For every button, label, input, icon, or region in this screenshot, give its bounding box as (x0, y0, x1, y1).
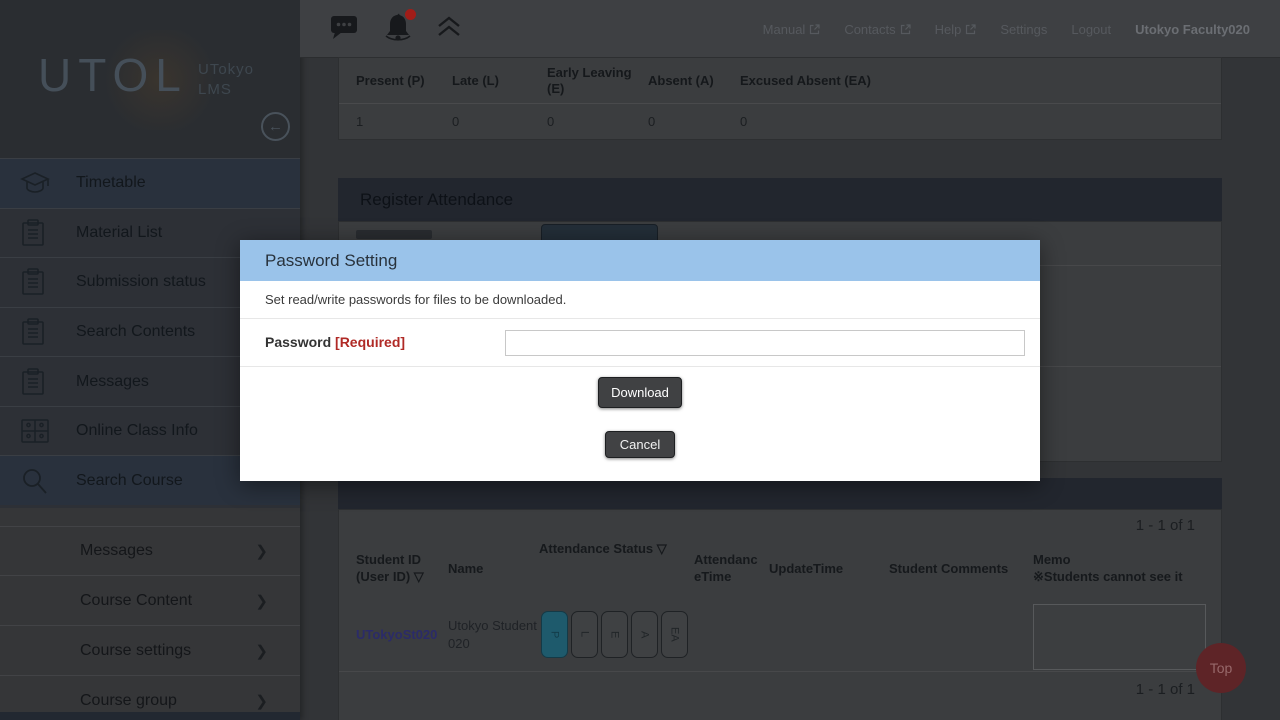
required-badge: [Required] (335, 334, 405, 350)
password-input[interactable] (505, 330, 1025, 356)
page: UTOL UTokyo LMS ← Timetable (0, 0, 1280, 720)
dialog-actions: Download Cancel (240, 367, 1040, 481)
password-form-row: Password [Required] (240, 319, 1040, 367)
dialog-header: Password Setting (240, 240, 1040, 281)
password-label: Password [Required] (265, 334, 405, 350)
dialog-title: Password Setting (265, 251, 397, 271)
dialog-description: Set read/write passwords for files to be… (240, 281, 1040, 319)
download-button[interactable]: Download (598, 377, 682, 408)
password-setting-dialog: Password Setting Set read/write password… (240, 240, 1040, 481)
cancel-button[interactable]: Cancel (605, 431, 675, 458)
